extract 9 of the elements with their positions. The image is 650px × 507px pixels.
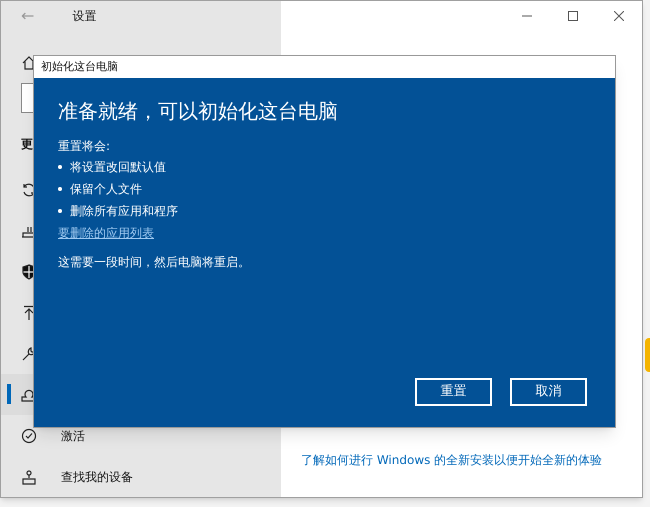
dialog-title: 初始化这台电脑 — [41, 58, 118, 75]
bullet-item: 保留个人文件 — [58, 178, 142, 200]
dialog-heading: 准备就绪，可以初始化这台电脑 — [58, 98, 338, 125]
bullet-item: 删除所有应用和程序 — [58, 200, 178, 222]
section-heading: 更 — [21, 136, 33, 153]
bullet-item: 将设置改回默认值 — [58, 156, 166, 178]
intro-text: 重置将会: — [58, 138, 110, 155]
restart-note: 这需要一段时间，然后电脑将重启。 — [58, 254, 250, 271]
window-title: 设置 — [72, 8, 96, 24]
